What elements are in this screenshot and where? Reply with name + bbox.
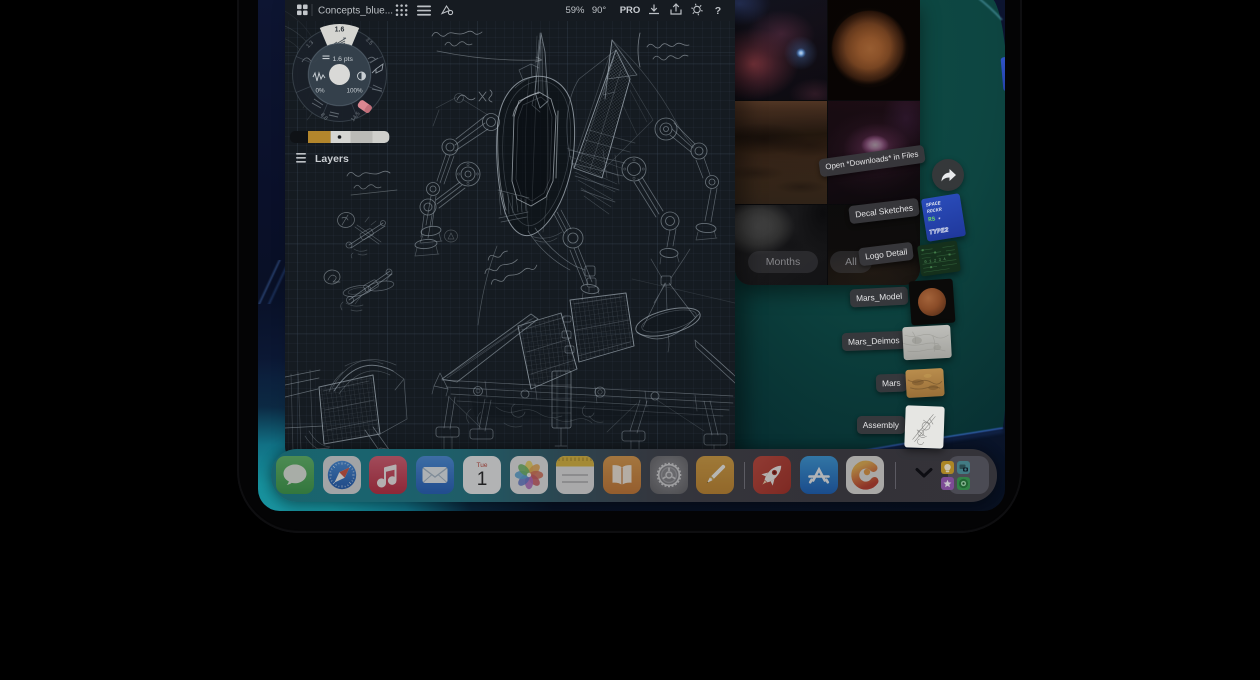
svg-text:90°: 90°	[592, 5, 607, 16]
svg-text:1.6: 1.6	[335, 27, 345, 34]
svg-text:✶: ✶	[938, 216, 942, 221]
svg-text:RS: RS	[928, 215, 937, 223]
svg-text:PRO: PRO	[620, 5, 641, 16]
svg-text:TYPE2: TYPE2	[929, 226, 949, 236]
svg-text:Concepts_blue...: Concepts_blue...	[318, 6, 393, 17]
svg-text:ROCKR: ROCKR	[926, 207, 943, 215]
svg-text:1.6 pts: 1.6 pts	[333, 56, 354, 63]
svg-text:Layers: Layers	[315, 153, 349, 165]
svg-text:0%: 0%	[316, 88, 326, 95]
svg-text:?: ?	[715, 5, 721, 17]
svg-text:1: 1	[477, 469, 488, 490]
svg-text:100%: 100%	[347, 88, 364, 95]
svg-text:0 1 2 3 4: 0 1 2 3 4	[924, 258, 947, 265]
svg-text:Tue: Tue	[476, 462, 487, 469]
svg-text:59%: 59%	[565, 5, 585, 16]
